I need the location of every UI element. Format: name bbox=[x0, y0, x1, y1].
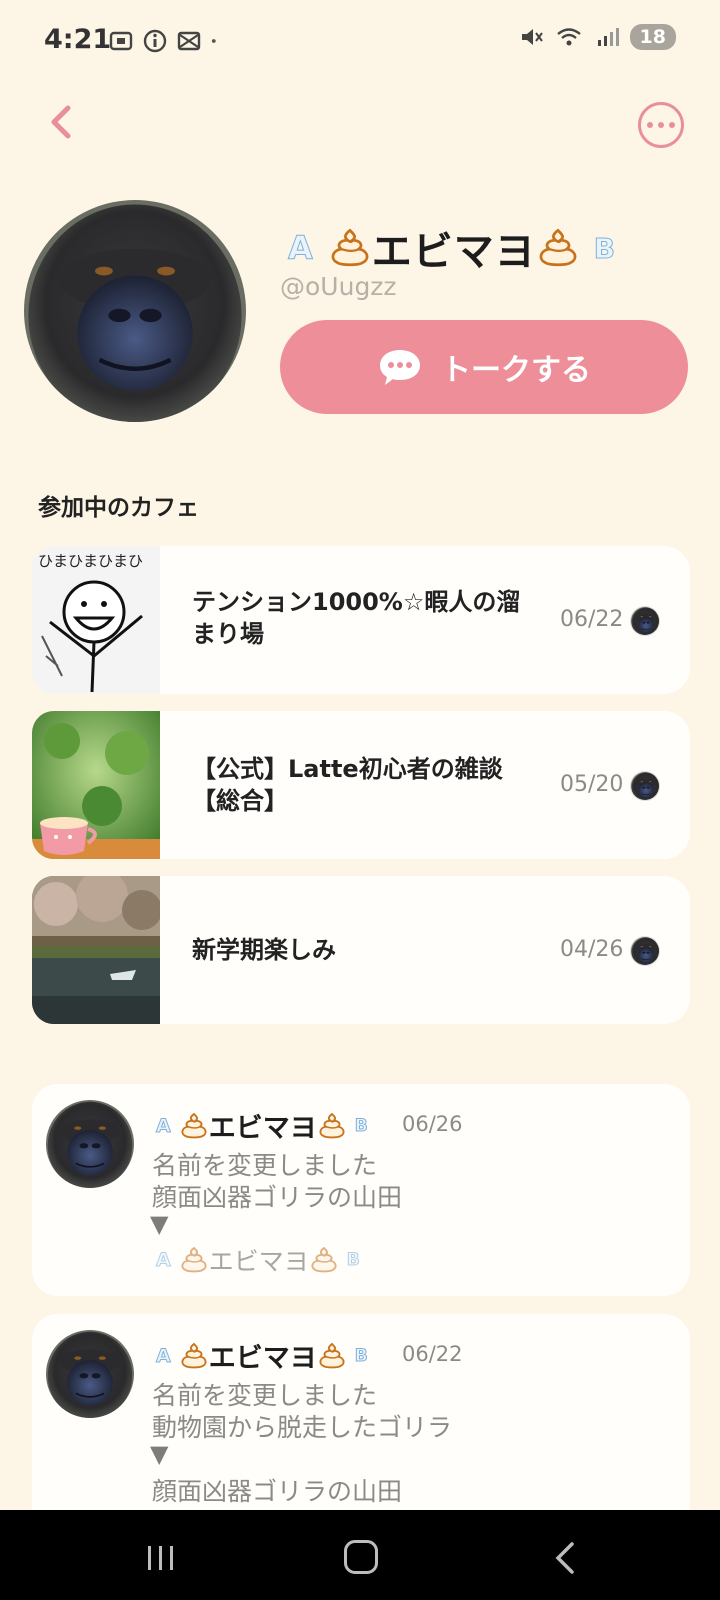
profile-name: A エビマヨ B bbox=[288, 222, 617, 276]
home-button[interactable] bbox=[344, 1540, 378, 1574]
back-button[interactable] bbox=[40, 100, 84, 144]
cafe-thumbnail: ひまひまひまひ bbox=[32, 546, 160, 694]
activity-user-name: A エビマヨ B bbox=[156, 1106, 368, 1145]
cafe-member-avatar bbox=[630, 606, 660, 636]
cafe-title: テンション1000%☆暇人の溜まり場 bbox=[192, 588, 521, 648]
old-name: 顔面凶器ゴリラの山田 bbox=[152, 1183, 403, 1212]
poo-icon bbox=[317, 1341, 347, 1371]
poo-icon bbox=[179, 1245, 209, 1275]
cafe-title: 新学期楽しみ bbox=[192, 936, 336, 964]
talk-button[interactable]: トークする bbox=[280, 320, 688, 414]
mute-icon bbox=[521, 29, 543, 45]
system-navigation-bar bbox=[0, 1510, 720, 1600]
info-icon bbox=[143, 29, 167, 53]
status-bar: 4:21 18 bbox=[0, 0, 720, 84]
app-notification-icon bbox=[177, 31, 201, 51]
cafe-title: 【公式】Latte初心者の雑談【総合】 bbox=[192, 755, 503, 815]
battery-indicator: 18 bbox=[629, 24, 676, 50]
pond-image bbox=[32, 876, 160, 1024]
activity-text: 名前を変更しました bbox=[152, 1381, 378, 1410]
profile-name-text: エビマヨ bbox=[371, 229, 536, 275]
cafes-section-title: 参加中のカフェ bbox=[38, 495, 199, 521]
activity-text: 名前を変更しました bbox=[152, 1151, 378, 1180]
dot-icon bbox=[211, 39, 216, 43]
new-name: 顔面凶器ゴリラの山田 bbox=[152, 1477, 403, 1506]
name-suffix: B bbox=[593, 231, 617, 265]
svg-text:ひまひまひまひ: ひまひまひまひ bbox=[38, 552, 143, 570]
cafe-card[interactable]: 新学期楽しみ 04/26 bbox=[32, 876, 690, 1024]
profile-avatar[interactable] bbox=[24, 200, 246, 422]
cafe-date: 06/22 bbox=[560, 607, 624, 632]
latte-cup-image bbox=[32, 711, 160, 859]
profile-handle: @oUugzz bbox=[280, 272, 397, 301]
system-back-icon[interactable] bbox=[550, 1540, 580, 1576]
talk-button-label: トークする bbox=[441, 353, 591, 388]
activity-user-name: A エビマヨ B bbox=[156, 1336, 368, 1375]
cafe-member-avatar bbox=[630, 771, 660, 801]
cafe-drawing-image: ひまひまひまひ bbox=[32, 546, 160, 694]
chevron-left-icon bbox=[51, 105, 71, 139]
gorilla-avatar-image bbox=[24, 200, 246, 422]
activity-avatar[interactable] bbox=[46, 1100, 134, 1188]
poo-icon bbox=[536, 226, 580, 270]
cafe-thumbnail bbox=[32, 876, 160, 1024]
status-time: 4:21 bbox=[44, 24, 112, 55]
cafe-thumbnail bbox=[32, 711, 160, 859]
poo-icon bbox=[309, 1245, 339, 1275]
poo-icon bbox=[179, 1111, 209, 1141]
more-dots-icon bbox=[647, 122, 653, 128]
activity-date: 06/22 bbox=[402, 1342, 463, 1366]
poo-icon bbox=[179, 1341, 209, 1371]
down-arrow-icon: ▼ bbox=[150, 1440, 169, 1468]
cafe-date: 05/20 bbox=[560, 772, 624, 797]
cafe-card[interactable]: 【公式】Latte初心者の雑談【総合】 05/20 bbox=[32, 711, 690, 859]
chat-bubble-icon bbox=[380, 350, 420, 385]
recent-apps-icon[interactable] bbox=[146, 1544, 176, 1572]
poo-icon bbox=[317, 1111, 347, 1141]
name-prefix: A bbox=[288, 229, 314, 268]
cafe-card[interactable]: ひまひまひまひ テンション1000%☆暇人の溜まり場 06/22 bbox=[32, 546, 690, 694]
down-arrow-icon: ▼ bbox=[150, 1210, 169, 1238]
new-name: A エビマヨ B bbox=[156, 1245, 360, 1276]
old-name: 動物園から脱走したゴリラ bbox=[152, 1413, 453, 1442]
wifi-icon bbox=[556, 28, 581, 46]
activity-card[interactable]: A エビマヨ B 06/26 名前を変更しました 顔面凶器ゴリラの山田 ▼ A … bbox=[32, 1084, 690, 1296]
signal-icon bbox=[597, 28, 619, 46]
activity-avatar[interactable] bbox=[46, 1330, 134, 1418]
more-options-button[interactable] bbox=[638, 102, 684, 148]
screenshot-icon bbox=[109, 31, 133, 51]
cafe-member-avatar bbox=[630, 936, 660, 966]
poo-icon bbox=[328, 226, 372, 270]
activity-date: 06/26 bbox=[402, 1112, 463, 1136]
cafe-date: 04/26 bbox=[560, 937, 624, 962]
